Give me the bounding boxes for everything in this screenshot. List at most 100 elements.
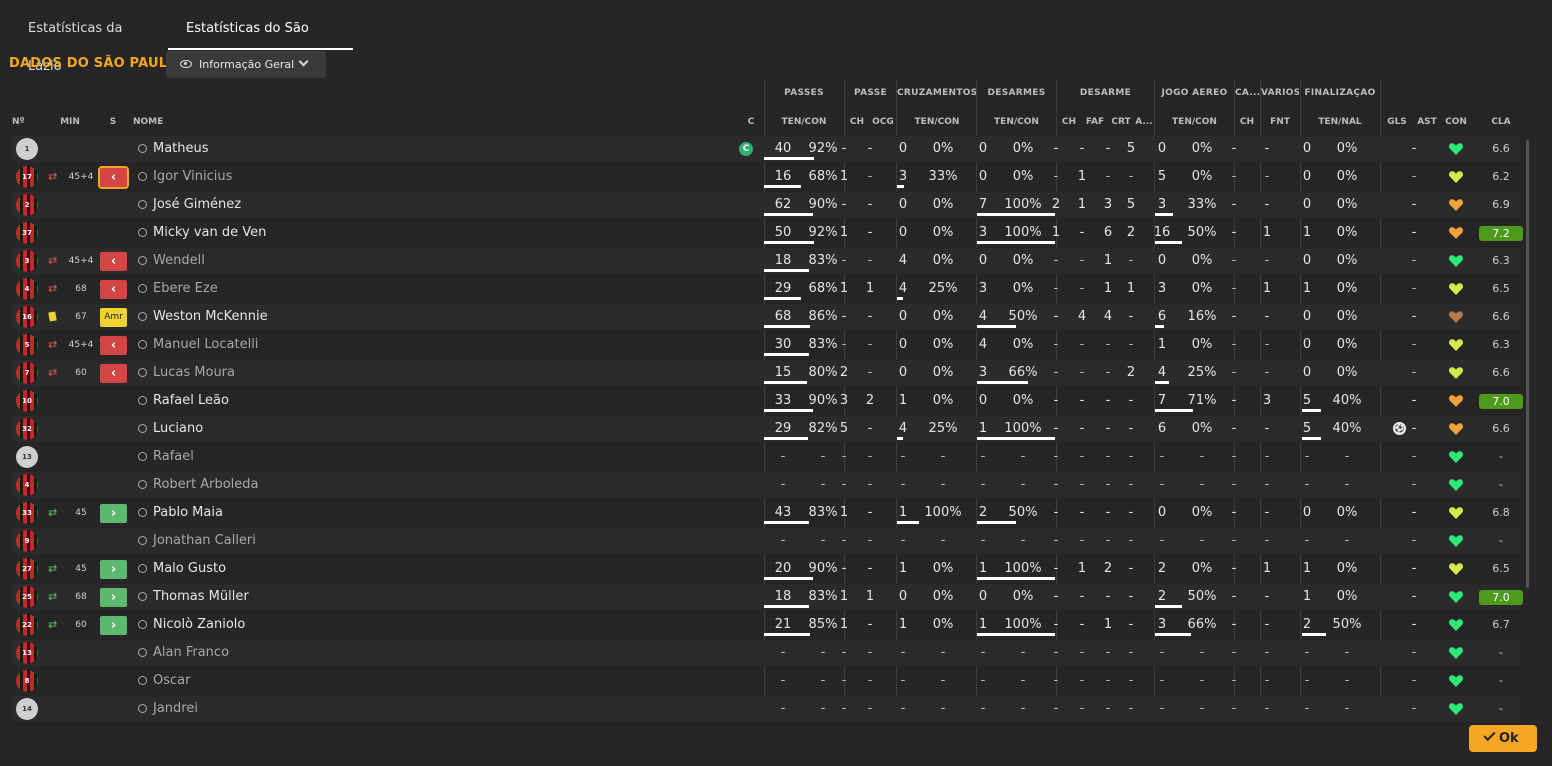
group-header: FINALIZAÇÃO <box>1304 88 1376 98</box>
player-profile-icon[interactable] <box>137 144 147 154</box>
player-name[interactable]: Matheus <box>153 136 209 162</box>
player-name[interactable]: Thomas Müller <box>153 584 249 610</box>
player-name[interactable]: Rafael Leão <box>153 388 229 414</box>
player-name[interactable]: Jonathan Calleri <box>153 528 256 554</box>
player-profile-icon[interactable] <box>137 396 147 406</box>
stat-value: - <box>980 673 986 688</box>
stat-value: - <box>1304 533 1310 548</box>
player-profile-icon[interactable] <box>137 508 147 518</box>
stat-value: 0 <box>978 169 988 184</box>
player-rating: 6.9 <box>1492 198 1510 211</box>
table-row[interactable]: 7 ⇄ 60 ‹ Lucas Moura 15 80% 2-0 0% 3 66% - - -2 4 25% - -… <box>12 360 1520 386</box>
player-name[interactable]: Alan Franco <box>153 640 229 666</box>
success-bar <box>977 437 1055 440</box>
table-row[interactable]: 5 ⇄ 45+4 ‹ Manuel Locatelli 30 83% - -0 0% 4 0% - - - -… <box>12 332 1520 358</box>
status-button[interactable]: ‹ <box>100 364 127 383</box>
group-header: PASSES <box>784 88 824 98</box>
player-name[interactable]: Micky van de Ven <box>153 220 266 246</box>
player-profile-icon[interactable] <box>137 592 147 602</box>
player-profile-icon[interactable] <box>137 424 147 434</box>
player-profile-icon[interactable] <box>137 564 147 574</box>
stat-value: 3 <box>1157 281 1167 296</box>
stat-value: 1 <box>1302 281 1312 296</box>
view-dropdown[interactable]: Informação Geral <box>166 51 326 78</box>
player-name[interactable]: Luciano <box>153 416 203 442</box>
player-name[interactable]: Wendell <box>153 248 205 274</box>
player-name[interactable]: Jandrei <box>153 696 198 722</box>
table-row[interactable]: 4 Robert Arboleda - - - - - - - - - - - - - - - - - - - - <box>12 472 1520 498</box>
stat-value: 1 <box>898 393 908 408</box>
player-profile-icon[interactable] <box>137 368 147 378</box>
player-name[interactable]: Oscar <box>153 668 190 694</box>
player-profile-icon[interactable] <box>137 312 147 322</box>
player-profile-icon[interactable] <box>137 200 147 210</box>
player-name[interactable]: Ebere Eze <box>153 276 218 302</box>
tab-lazio-stats[interactable]: Estatísticas da Lazio <box>10 10 168 74</box>
status-button[interactable]: ‹ <box>100 252 127 271</box>
player-name[interactable]: Malo Gusto <box>153 556 226 582</box>
status-button[interactable]: › <box>100 504 127 523</box>
player-profile-icon[interactable] <box>137 284 147 294</box>
player-profile-icon[interactable] <box>137 480 147 490</box>
stat-value: 0 <box>1302 169 1312 184</box>
status-button[interactable]: ‹ <box>98 166 129 189</box>
column-header: TEN/CON <box>914 117 960 127</box>
table-row[interactable]: 33 ⇄ 45 › Pablo Maia 43 83% 1-1 100% 2 50% - - - -0 0% -… <box>12 500 1520 526</box>
table-row[interactable]: 17 ⇄ 45+4 ‹ Igor Vinicius 16 68% 1-3 33% 0 0% -1- -5… <box>12 164 1520 190</box>
player-profile-icon[interactable] <box>137 340 147 350</box>
table-row[interactable]: 14 Jandrei - - - - - - - - - - - - - - - - - - - - <box>12 696 1520 722</box>
player-profile-icon[interactable] <box>137 172 147 182</box>
tab-sao-paulo-stats[interactable]: Estatísticas do São Paulo <box>168 10 353 74</box>
player-name[interactable]: Lucas Moura <box>153 360 235 386</box>
success-bar <box>1302 409 1321 412</box>
table-row[interactable]: 1 Matheus C 40 92% - -0 0% 0 0% - - -5 0 0% - -0 0% -6.6 <box>12 136 1520 162</box>
status-button[interactable]: › <box>100 616 127 635</box>
scrollbar[interactable] <box>1526 140 1529 588</box>
player-name[interactable]: Weston McKennie <box>153 304 268 330</box>
table-row[interactable]: 25 ⇄ 68 › Thomas Müller 18 83% 1 1 0 0% 0 0% - - - -2 50%… <box>12 584 1523 610</box>
kit-icon: 32 <box>16 418 38 440</box>
player-profile-icon[interactable] <box>137 620 147 630</box>
status-button[interactable]: › <box>100 560 127 579</box>
stat-value: 0 <box>1302 253 1312 268</box>
stat-value: - <box>1411 701 1417 716</box>
player-name[interactable]: Nicolò Zaniolo <box>153 612 245 638</box>
player-profile-icon[interactable] <box>137 452 147 462</box>
table-row[interactable]: 3 ⇄ 45+4 ‹ Wendell 18 83% - -4 0% 0 0% - -1-0 0% - -0 0% -… <box>12 248 1520 274</box>
player-name[interactable]: Pablo Maia <box>153 500 223 526</box>
status-button[interactable]: ‹ <box>100 280 127 299</box>
table-row[interactable]: 4 ⇄ 68 ‹ Ebere Eze 29 68% 1 1 4 25% 3 0% - -1 1 3 0% -1 1 0%… <box>12 276 1520 302</box>
player-name[interactable]: Igor Vinicius <box>153 164 232 190</box>
table-row[interactable]: 27 ⇄ 45 › Malo Gusto 20 90% - -1 0% 1 100% -1 2-2 0% -1… <box>12 556 1520 582</box>
table-row[interactable]: 9 Jonathan Calleri - - - - - - - - - - - - - - - - - - - - <box>12 528 1520 554</box>
table-row[interactable]: 32 Luciano 29 82% 5-4 25% 1 100% - - - -6 0% - -5 40% ⚽ -… <box>12 416 1520 442</box>
player-profile-icon[interactable] <box>137 256 147 266</box>
shirt-number: 10 <box>22 397 32 405</box>
minutes-played: 60 <box>75 620 87 630</box>
player-profile-icon[interactable] <box>137 704 147 714</box>
player-profile-icon[interactable] <box>137 228 147 238</box>
table-row[interactable]: 16 67 Amr Weston McKennie 68 86% - -0 0% 4 50% -4 4-… <box>12 304 1520 330</box>
player-name[interactable]: Manuel Locatelli <box>153 332 258 358</box>
status-button[interactable]: › <box>100 588 127 607</box>
player-name[interactable]: José Giménez <box>153 192 241 218</box>
table-row[interactable]: 13 Alan Franco - - - - - - - - - - - - - - - - - - - - <box>12 640 1520 666</box>
table-row[interactable]: 37 Micky van de Ven 50 92% 1-0 0% 3 100% 1-6 2 16 5… <box>12 220 1523 246</box>
table-row[interactable]: 22 ⇄ 60 › Nicolò Zaniolo 21 85% 1-1 0% 1 100% - -1-3… <box>12 612 1520 638</box>
minutes-played: 45 <box>75 508 87 518</box>
player-profile-icon[interactable] <box>137 648 147 658</box>
stat-value: - <box>1411 225 1417 240</box>
player-profile-icon[interactable] <box>137 676 147 686</box>
table-row[interactable]: 13 Rafael - - - - - - - - - - - - - - - - - - - - <box>12 444 1520 470</box>
table-row[interactable]: 8 Oscar - - - - - - - - - - - - - - - - - - - - <box>12 668 1520 694</box>
player-rating: - <box>1499 534 1503 547</box>
ok-button[interactable]: Ok <box>1469 725 1537 752</box>
table-row[interactable]: 2 José Giménez 62 90% - -0 0% 7 100% 2 1 3 5 3 33% - -0 0… <box>12 192 1520 218</box>
status-button[interactable]: ‹ <box>100 336 127 355</box>
status-button[interactable]: Amr <box>100 308 127 327</box>
player-name[interactable]: Robert Arboleda <box>153 472 259 498</box>
player-profile-icon[interactable] <box>137 536 147 546</box>
shirt-number: 5 <box>24 341 30 349</box>
player-name[interactable]: Rafael <box>153 444 194 470</box>
table-row[interactable]: 10 Rafael Leão 33 90% 3 2 1 0% 0 0% - - - -7 71% -3 5 40%… <box>12 388 1523 414</box>
